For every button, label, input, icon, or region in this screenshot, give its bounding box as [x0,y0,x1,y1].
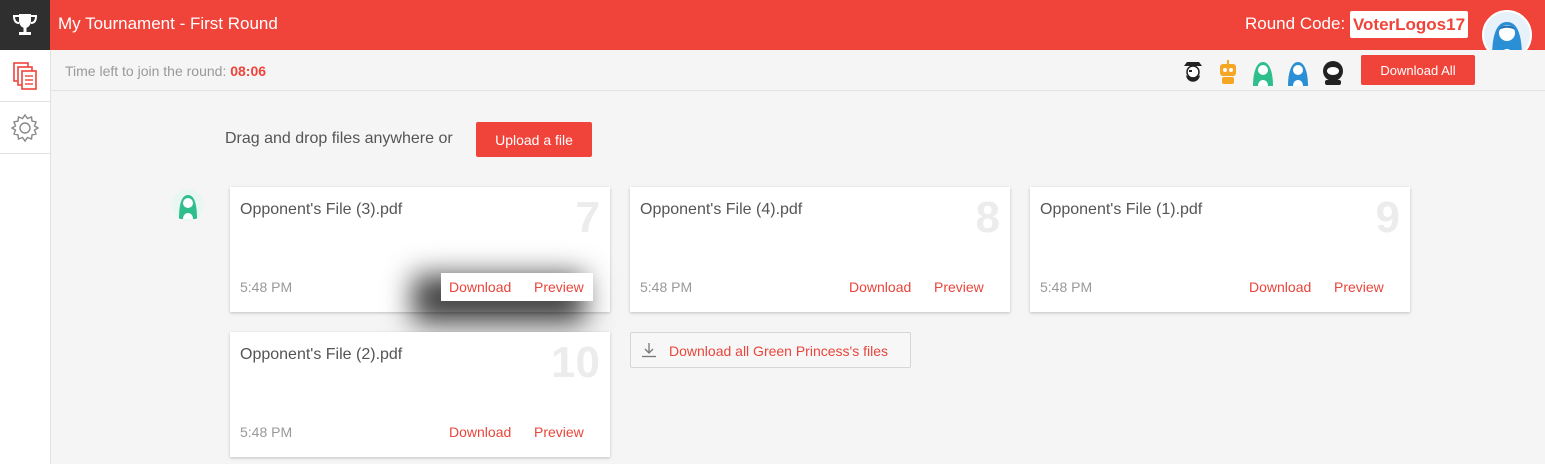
sub-header: Time left to join the round: 08:06 Downl… [51,50,1545,91]
robot-avatar-icon[interactable] [1214,58,1242,86]
download-owner-files-label: Download all Green Princess's files [669,343,888,359]
download-link[interactable]: Download [449,279,511,295]
file-name: Opponent's File (1).pdf [1040,201,1203,218]
file-name: Opponent's File (2).pdf [240,346,403,363]
file-time: 5:48 PM [1040,279,1093,295]
player-list [1179,58,1347,86]
file-card: Opponent's File (3).pdf 7 5:48 PM Downlo… [230,187,610,312]
blue-princess-avatar-icon[interactable] [1284,58,1312,86]
timer-value: 08:06 [230,63,267,79]
astronaut-avatar-icon[interactable] [1319,58,1347,86]
download-link[interactable]: Download [1249,279,1311,295]
timer-label: Time left to join the round: [65,63,227,79]
file-name: Opponent's File (4).pdf [640,201,803,218]
file-name: Opponent's File (3).pdf [240,201,403,218]
file-number: 10 [551,338,600,387]
file-time: 5:48 PM [240,424,293,440]
sidebar-item-settings[interactable] [0,102,50,154]
owner-avatar [172,189,204,221]
upload-file-button[interactable]: Upload a file [476,122,592,157]
timer-text: Time left to join the round: 08:06 [65,63,266,79]
download-all-button[interactable]: Download All [1361,55,1475,85]
file-card: Opponent's File (1).pdf 9 5:48 PM Downlo… [1030,187,1410,312]
round-code-value[interactable]: VoterLogos17 [1350,11,1468,38]
preview-link[interactable]: Preview [534,424,584,440]
gear-icon [10,113,40,142]
page-title: My Tournament - First Round [58,14,278,33]
green-princess-avatar-icon[interactable] [1249,58,1277,86]
files-icon [13,61,37,90]
green-princess-avatar-icon [179,195,197,219]
file-time: 5:48 PM [240,279,293,295]
trophy-icon [12,14,38,35]
download-icon [642,343,656,358]
file-number: 7 [575,193,600,242]
sidebar-item-files[interactable] [0,50,50,102]
round-code-label: Round Code: [1245,14,1346,33]
file-number: 9 [1375,193,1400,242]
file-time: 5:48 PM [640,279,693,295]
preview-link[interactable]: Preview [934,279,984,295]
file-card: Opponent's File (4).pdf 8 5:48 PM Downlo… [630,187,1010,312]
sidebar [0,50,51,464]
preview-link[interactable]: Preview [1334,279,1384,295]
file-card: Opponent's File (2).pdf 10 5:48 PM Downl… [230,332,610,457]
preview-link[interactable]: Preview [534,279,584,295]
drag-drop-text: Drag and drop files anywhere or [225,130,453,147]
download-link[interactable]: Download [449,424,511,440]
download-link[interactable]: Download [849,279,911,295]
pirate-avatar-icon[interactable] [1179,58,1207,86]
file-number: 8 [975,193,1000,242]
logo-box[interactable] [0,0,50,50]
top-bar: My Tournament - First Round Round Code: … [0,0,1545,60]
download-owner-files-button[interactable]: Download all Green Princess's files [630,332,911,368]
